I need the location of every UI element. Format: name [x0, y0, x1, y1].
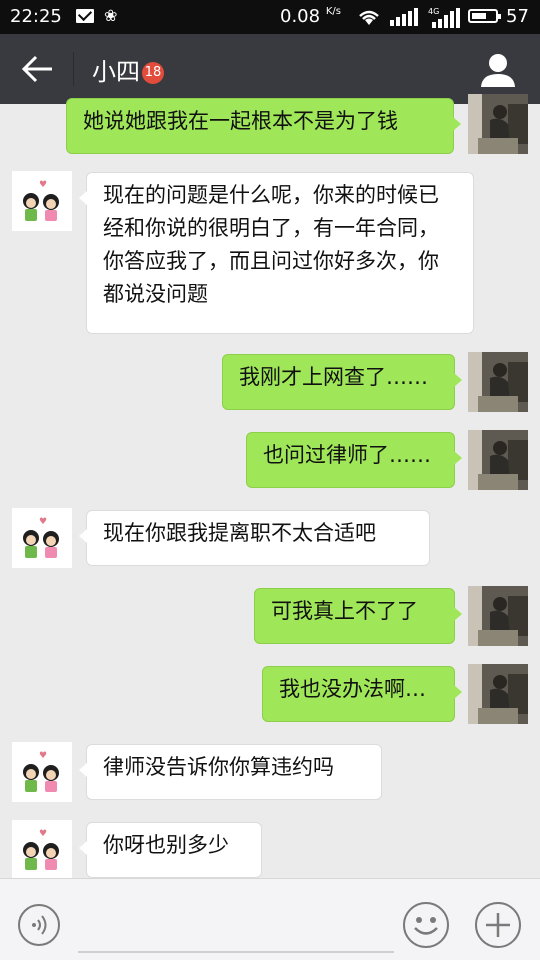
mail-icon [76, 9, 94, 23]
status-time: 22:25 [10, 6, 62, 27]
chat-title: 小四 18 [92, 52, 164, 87]
my-avatar-image [468, 664, 528, 724]
contact-avatar-image: ♥ [12, 508, 72, 568]
contact-avatar[interactable]: ♥ [12, 820, 72, 880]
voice-icon[interactable] [17, 903, 61, 947]
message-text: 我也没办法啊… [279, 677, 426, 701]
message-text: 我刚才上网查了…… [239, 365, 428, 389]
status-bar: 22:25 ❀ 0.08 K/s 4G 57 [0, 0, 540, 34]
battery-icon [468, 9, 501, 23]
svg-text:♥: ♥ [39, 751, 47, 761]
signal-icon [390, 8, 418, 26]
message-bubble-in[interactable]: 现在你跟我提离职不太合适吧 [79, 510, 430, 566]
svg-text:♥: ♥ [39, 180, 47, 190]
message-text: 现在你跟我提离职不太合适吧 [103, 521, 376, 545]
message-text: 现在的问题是什么呢，你来的时候已经和你说的很明白了，有一年合同，你答应我了，而且… [103, 183, 439, 306]
message-text: 你呀也别多少 [103, 833, 229, 857]
my-avatar[interactable] [468, 352, 528, 412]
wifi-icon [359, 10, 379, 25]
svg-text:♥: ♥ [39, 829, 47, 839]
my-avatar[interactable] [468, 430, 528, 490]
svg-text:♥: ♥ [39, 517, 47, 527]
contact-name: 小四 [92, 58, 140, 86]
network-speed: 0.08 K/s [280, 6, 341, 27]
message-text: 可我真上不了了 [271, 599, 418, 623]
signal-4g-icon: 4G [428, 7, 460, 28]
paw-icon: ❀ [104, 6, 118, 25]
message-text: 也问过律师了…… [263, 443, 431, 467]
speed-unit: K/s [325, 6, 341, 17]
back-arrow-icon[interactable] [18, 52, 58, 86]
plus-icon[interactable] [474, 901, 522, 949]
my-avatar-image [468, 94, 528, 154]
smiley-icon[interactable] [402, 901, 450, 949]
my-avatar[interactable] [468, 586, 528, 646]
input-bar [0, 878, 540, 960]
message-bubble-out[interactable]: 也问过律师了…… [246, 432, 462, 488]
my-avatar-image [468, 352, 528, 412]
contact-avatar-image: ♥ [12, 171, 72, 231]
message-bubble-out[interactable]: 我刚才上网查了…… [222, 354, 462, 410]
contact-avatar[interactable]: ♥ [12, 171, 72, 231]
my-avatar-image [468, 430, 528, 490]
speed-value: 0.08 [280, 6, 321, 27]
message-bubble-in[interactable]: 现在的问题是什么呢，你来的时候已经和你说的很明白了，有一年合同，你答应我了，而且… [79, 172, 474, 334]
my-avatar-image [468, 586, 528, 646]
message-bubble-out[interactable]: 我也没办法啊… [262, 666, 462, 722]
age-18-badge: 18 [142, 62, 164, 84]
message-bubble-in[interactable]: 你呀也别多少 [79, 822, 262, 878]
message-bubble-out[interactable]: 她说她跟我在一起根本不是为了钱 [66, 98, 461, 154]
header-divider [73, 52, 74, 86]
battery-level: 57 [506, 6, 529, 27]
contact-avatar[interactable]: ♥ [12, 742, 72, 802]
message-text: 律师没告诉你你算违约吗 [103, 755, 334, 779]
contact-avatar-image: ♥ [12, 820, 72, 880]
my-avatar[interactable] [468, 94, 528, 154]
message-input[interactable] [78, 899, 394, 953]
my-avatar[interactable] [468, 664, 528, 724]
badge-text: 18 [144, 65, 162, 80]
message-text: 她说她跟我在一起根本不是为了钱 [83, 109, 398, 133]
message-bubble-out[interactable]: 可我真上不了了 [254, 588, 462, 644]
chat-header: 小四 18 [0, 34, 540, 104]
person-icon[interactable] [478, 50, 518, 90]
contact-avatar[interactable]: ♥ [12, 508, 72, 568]
network-type: 4G [428, 7, 439, 16]
message-bubble-in[interactable]: 律师没告诉你你算违约吗 [79, 744, 382, 800]
contact-avatar-image: ♥ [12, 742, 72, 802]
